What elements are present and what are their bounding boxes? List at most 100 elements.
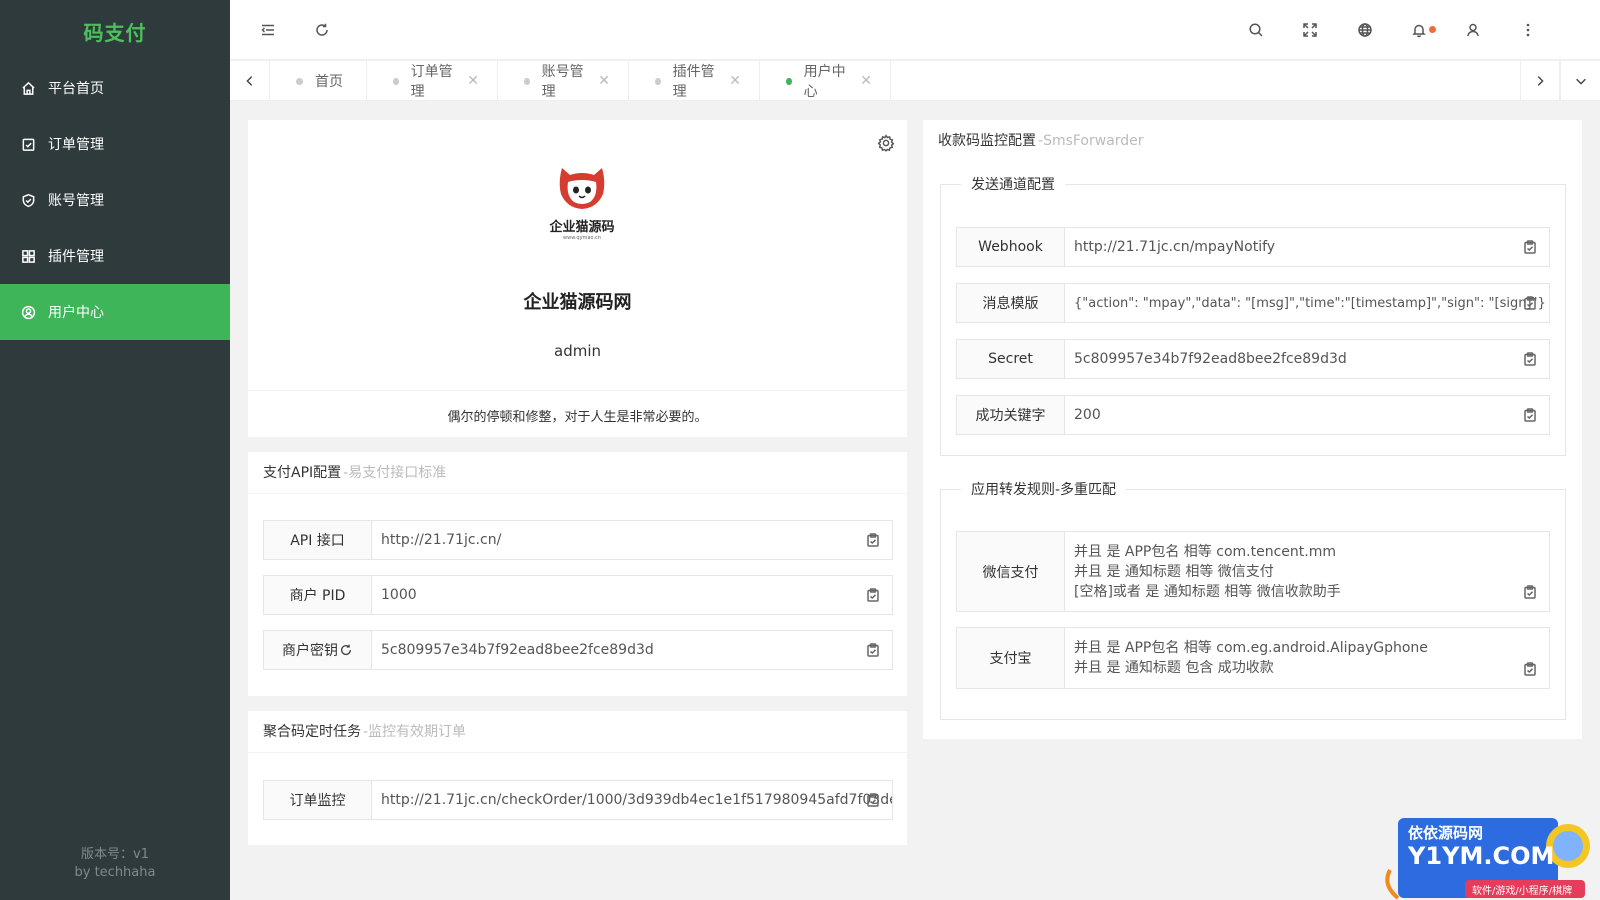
tab-label: 首页 <box>315 74 343 90</box>
alipay-rule-field[interactable]: 并且 是 APP包名 相等 com.eg.android.AlipayGphon… <box>1065 628 1549 688</box>
merchant-key-row: 商户密钥 5c809957e34b7f92ead8bee2fce89d3d <box>263 630 893 670</box>
tab-status-dot <box>655 77 661 85</box>
success-keyword-field[interactable]: 200 <box>1065 396 1549 434</box>
tab-status-dot <box>296 77 303 85</box>
rule-line: [空格]或者 是 通知标题 相等 微信收款助手 <box>1074 583 1341 600</box>
tab-user-center[interactable]: 用户中心 ✕ <box>760 61 891 101</box>
copy-icon[interactable] <box>866 793 880 807</box>
rule-line: 并且 是 APP包名 相等 com.tencent.mm <box>1074 543 1336 560</box>
webhook-row: Webhook http://21.71jc.cn/mpayNotify <box>956 227 1550 267</box>
logo-subtext: www.qymao.cn <box>563 235 601 241</box>
user-icon[interactable] <box>1463 20 1483 40</box>
webhook-field[interactable]: http://21.71jc.cn/mpayNotify <box>1065 228 1549 266</box>
watermark-line1: 依依源码网 <box>1408 824 1484 842</box>
gear-icon[interactable] <box>877 134 895 152</box>
field-label: 微信支付 <box>957 532 1065 611</box>
copy-icon[interactable] <box>1523 662 1537 676</box>
tab-home[interactable]: 首页 <box>270 61 367 101</box>
merchant-key-field[interactable]: 5c809957e34b7f92ead8bee2fce89d3d <box>372 631 892 669</box>
author-label: by techhaha <box>74 865 156 880</box>
copy-icon[interactable] <box>866 588 880 602</box>
notification-dot <box>1429 26 1436 33</box>
user-circle-icon <box>20 304 36 320</box>
copy-icon[interactable] <box>1523 585 1537 599</box>
sidebar-item-user-center[interactable]: 用户中心 <box>0 284 230 340</box>
wechat-rule-field[interactable]: 并且 是 APP包名 相等 com.tencent.mm 并且 是 通知标题 相… <box>1065 532 1549 611</box>
card-subtitle: -易支付接口标准 <box>343 465 447 481</box>
field-label: API 接口 <box>264 521 372 559</box>
close-icon[interactable]: ✕ <box>598 73 610 89</box>
card-header: 支付API配置 -易支付接口标准 <box>248 452 907 494</box>
logo-text: 企业猫源码 <box>549 220 615 235</box>
field-value: 200 <box>1074 407 1101 423</box>
menu-fold-icon[interactable] <box>258 20 278 40</box>
search-icon[interactable] <box>1246 20 1266 40</box>
api-endpoint-field[interactable]: http://21.71jc.cn/ <box>372 521 892 559</box>
field-label: Secret <box>957 340 1065 378</box>
tabs-scroll-right-button[interactable] <box>1520 61 1560 101</box>
tab-status-dot <box>786 77 792 85</box>
card-subtitle: -SmsForwarder <box>1038 133 1144 149</box>
sidebar-item-home[interactable]: 平台首页 <box>0 60 230 116</box>
fieldset-legend: 发送通道配置 <box>971 177 1055 193</box>
field-label: 成功关键字 <box>957 396 1065 434</box>
secret-row: Secret 5c809957e34b7f92ead8bee2fce89d3d <box>956 339 1550 379</box>
tab-orders[interactable]: 订单管理 ✕ <box>367 61 498 101</box>
field-label: 商户 PID <box>264 576 372 614</box>
close-icon[interactable]: ✕ <box>467 73 479 89</box>
field-value: http://21.71jc.cn/checkOrder/1000/3d939d… <box>381 792 892 808</box>
tab-label: 账号管理 <box>541 64 584 100</box>
watermark-badge: 依依源码网 Y1YM.COM 软件/游戏/小程序/棋牌 <box>1380 810 1600 900</box>
order-monitor-row: 订单监控 http://21.71jc.cn/checkOrder/1000/3… <box>263 780 893 820</box>
sidebar-item-orders[interactable]: 订单管理 <box>0 116 230 172</box>
close-icon[interactable]: ✕ <box>860 73 872 89</box>
bell-icon[interactable] <box>1409 20 1436 40</box>
cat-logo-icon <box>559 168 605 209</box>
profile-username: admin <box>554 342 601 360</box>
field-label: 消息模版 <box>957 284 1065 322</box>
copy-icon[interactable] <box>1523 296 1537 310</box>
close-icon[interactable]: ✕ <box>729 73 741 89</box>
copy-icon[interactable] <box>866 533 880 547</box>
tab-accounts[interactable]: 账号管理 ✕ <box>498 61 629 101</box>
tabs-scroll-left-button[interactable] <box>230 61 270 101</box>
card-title: 支付API配置 <box>263 465 342 481</box>
secret-field[interactable]: 5c809957e34b7f92ead8bee2fce89d3d <box>1065 340 1549 378</box>
copy-icon[interactable] <box>1523 408 1537 422</box>
brand-title: 码支付 <box>83 21 147 45</box>
field-value: 5c809957e34b7f92ead8bee2fce89d3d <box>1074 351 1347 367</box>
sidebar-item-plugins[interactable]: 插件管理 <box>0 228 230 284</box>
regenerate-key-icon[interactable] <box>339 643 353 657</box>
message-template-field[interactable]: {"action": "mpay","data": "[msg]","time"… <box>1065 284 1549 322</box>
tab-status-dot <box>393 77 399 85</box>
field-label: 订单监控 <box>264 781 372 819</box>
fullscreen-icon[interactable] <box>1300 20 1320 40</box>
sidebar: 码支付 平台首页 订单管理 账号管理 插件管理 用户中心 版本号：v1 by t… <box>0 0 230 900</box>
copy-icon[interactable] <box>1523 352 1537 366</box>
sidebar-item-accounts[interactable]: 账号管理 <box>0 172 230 228</box>
profile-motto: 偶尔的停顿和修整，对于人生是非常必要的。 <box>447 410 708 425</box>
refresh-icon[interactable] <box>312 20 332 40</box>
watermark-line2: Y1YM.COM <box>1408 842 1555 870</box>
merchant-pid-field[interactable]: 1000 <box>372 576 892 614</box>
grid-icon <box>20 248 36 264</box>
profile-card: 企业猫源码 www.qymao.cn 企业猫源码网 admin 偶尔的停顿和修整… <box>248 120 907 437</box>
card-title: 聚合码定时任务 <box>263 724 361 740</box>
tabs-bar: 首页 订单管理 ✕ 账号管理 ✕ 插件管理 ✕ 用户中心 ✕ <box>230 61 1600 101</box>
card-title: 收款码监控配置 <box>938 133 1036 149</box>
tab-label: 插件管理 <box>672 64 715 100</box>
globe-icon[interactable] <box>1355 20 1375 40</box>
tab-label: 用户中心 <box>803 64 846 100</box>
sidebar-item-label: 插件管理 <box>48 249 104 265</box>
monitor-config-card: 收款码监控配置 -SmsForwarder 发送通道配置 Webhook http… <box>923 120 1582 739</box>
field-value: http://21.71jc.cn/mpayNotify <box>1074 239 1276 255</box>
more-vertical-icon[interactable] <box>1518 20 1538 40</box>
order-monitor-field[interactable]: http://21.71jc.cn/checkOrder/1000/3d939d… <box>372 781 892 819</box>
profile-logo: 企业猫源码 www.qymao.cn <box>542 162 622 242</box>
copy-icon[interactable] <box>1523 240 1537 254</box>
tabs-menu-chevron-down-icon[interactable] <box>1560 61 1600 101</box>
copy-icon[interactable] <box>866 643 880 657</box>
rule-line: 并且 是 通知标题 包含 成功收款 <box>1074 660 1274 676</box>
tab-plugins[interactable]: 插件管理 ✕ <box>629 61 760 101</box>
card-header: 聚合码定时任务 -监控有效期订单 <box>248 711 907 753</box>
